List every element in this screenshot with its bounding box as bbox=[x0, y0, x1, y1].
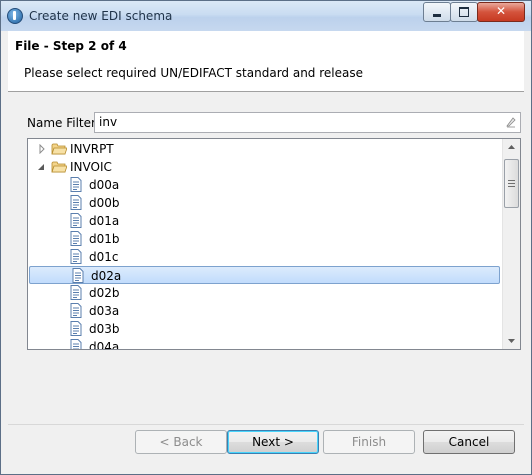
edifact-tree[interactable]: INVRPT INVOIC d00a d00b d01a d01b d01c d02a d0… bbox=[27, 138, 521, 350]
collapse-arrow-icon[interactable] bbox=[37, 162, 45, 172]
tree-item-label: d01a bbox=[89, 214, 120, 228]
file-icon bbox=[70, 195, 82, 210]
file-icon bbox=[70, 285, 82, 300]
folder-icon bbox=[51, 143, 67, 155]
tree-item-d01b[interactable]: d01b bbox=[28, 230, 498, 248]
tree-item-d00a[interactable]: d00a bbox=[28, 176, 498, 194]
wizard-header: File - Step 2 of 4 Please select require… bbox=[8, 31, 524, 92]
window-title: Create new EDI schema bbox=[29, 9, 173, 23]
minimize-button[interactable] bbox=[423, 2, 451, 22]
tree-item-label: d01c bbox=[89, 250, 119, 264]
tree-item-label: d02a bbox=[91, 269, 122, 283]
tree-item-label: d00a bbox=[89, 178, 120, 192]
next-button[interactable]: Next > bbox=[227, 430, 319, 454]
tree-item-label: d03a bbox=[89, 304, 120, 318]
tree-item-d02b[interactable]: d02b bbox=[28, 284, 498, 302]
close-icon: ✕ bbox=[495, 4, 507, 18]
maximize-button[interactable] bbox=[450, 2, 478, 22]
name-filter-label: Name Filter: bbox=[27, 116, 100, 130]
tree-item-invoic[interactable]: INVOIC bbox=[28, 158, 498, 176]
tree-item-label: INVRPT bbox=[70, 142, 114, 156]
step-description: Please select required UN/EDIFACT standa… bbox=[24, 66, 363, 80]
file-icon bbox=[70, 177, 82, 192]
scroll-up-icon[interactable] bbox=[503, 139, 520, 156]
scroll-down-icon[interactable] bbox=[503, 332, 520, 349]
tree-item-label: d02b bbox=[89, 286, 120, 300]
talend-app-icon bbox=[7, 8, 23, 24]
title-bar[interactable]: Create new EDI schema ✕ bbox=[1, 1, 531, 31]
name-filter-field[interactable] bbox=[94, 112, 521, 133]
file-icon bbox=[70, 249, 82, 264]
maximize-icon bbox=[459, 7, 469, 17]
tree-item-d04a[interactable]: d04a bbox=[28, 338, 498, 350]
file-icon bbox=[70, 231, 82, 246]
minimize-icon bbox=[433, 14, 441, 17]
tree-item-d01c[interactable]: d01c bbox=[28, 248, 498, 266]
clear-filter-icon[interactable] bbox=[505, 116, 517, 128]
finish-button[interactable]: Finish bbox=[323, 430, 415, 454]
tree-item-label: INVOIC bbox=[70, 160, 112, 174]
file-icon bbox=[70, 321, 82, 336]
dialog-window: Create new EDI schema ✕ File - Step 2 of… bbox=[0, 0, 532, 475]
tree-item-label: d03b bbox=[89, 322, 120, 336]
back-button[interactable]: < Back bbox=[135, 430, 227, 454]
tree-item-invrpt[interactable]: INVRPT bbox=[28, 140, 498, 158]
tree-item-label: d04a bbox=[89, 340, 120, 350]
footer-divider bbox=[8, 424, 524, 425]
scroll-thumb[interactable] bbox=[504, 159, 519, 208]
cancel-button[interactable]: Cancel bbox=[423, 430, 515, 454]
name-filter-input[interactable] bbox=[99, 115, 497, 129]
file-icon bbox=[70, 339, 82, 349]
close-button[interactable]: ✕ bbox=[477, 2, 525, 22]
tree-item-d03a[interactable]: d03a bbox=[28, 302, 498, 320]
tree-item-label: d01b bbox=[89, 232, 120, 246]
tree-item-label: d00b bbox=[89, 196, 120, 210]
file-icon bbox=[72, 268, 84, 283]
step-title: File - Step 2 of 4 bbox=[15, 39, 127, 53]
tree-item-d01a[interactable]: d01a bbox=[28, 212, 498, 230]
file-icon bbox=[70, 213, 82, 228]
tree-item-d02a[interactable]: d02a bbox=[29, 266, 500, 284]
wizard-body: Name Filter: INVRPT bbox=[8, 94, 524, 424]
expand-arrow-icon[interactable] bbox=[38, 144, 46, 154]
open-folder-icon bbox=[51, 161, 67, 173]
file-icon bbox=[70, 303, 82, 318]
tree-item-d00b[interactable]: d00b bbox=[28, 194, 498, 212]
tree-scrollbar[interactable] bbox=[502, 139, 520, 349]
tree-item-d03b[interactable]: d03b bbox=[28, 320, 498, 338]
